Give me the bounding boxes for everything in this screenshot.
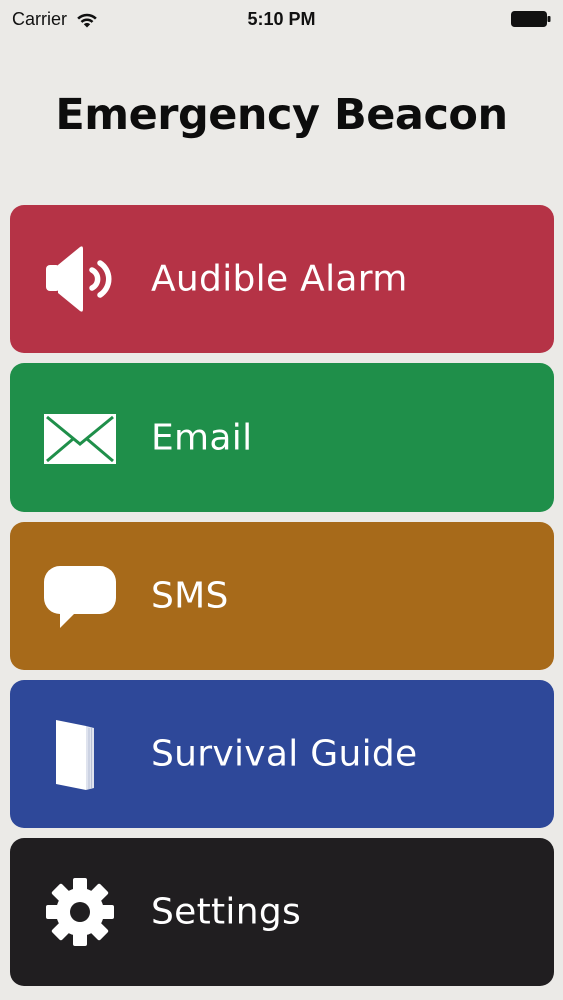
main-menu: Audible Alarm Email SMS Survival Guide S… — [10, 205, 554, 996]
sms-button[interactable]: SMS — [10, 522, 554, 670]
audible-alarm-button[interactable]: Audible Alarm — [10, 205, 554, 353]
audible-alarm-label: Audible Alarm — [151, 258, 408, 300]
page-title: Emergency Beacon — [55, 90, 508, 140]
speech-bubble-icon — [40, 556, 120, 636]
email-button[interactable]: Email — [10, 363, 554, 512]
email-label: Email — [151, 417, 253, 458]
status-bar: Carrier 5:10 PM — [0, 0, 563, 38]
settings-button[interactable]: Settings — [10, 838, 554, 986]
envelope-icon — [40, 398, 120, 478]
survival-guide-label: Survival Guide — [151, 733, 418, 775]
settings-label: Settings — [151, 891, 302, 933]
speaker-icon — [40, 239, 120, 319]
book-icon — [40, 714, 120, 794]
status-time: 5:10 PM — [247, 9, 316, 29]
survival-guide-button[interactable]: Survival Guide — [10, 680, 554, 828]
gear-icon — [40, 872, 120, 952]
battery-icon — [511, 11, 551, 27]
sms-label: SMS — [151, 575, 229, 617]
